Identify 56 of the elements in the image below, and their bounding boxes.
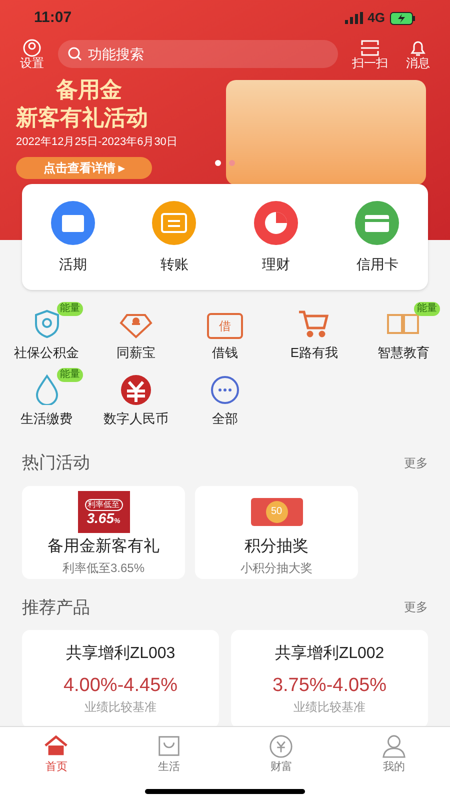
settings-label[interactable]: 设置 <box>20 57 44 69</box>
signal-icon <box>344 12 363 24</box>
more-link[interactable]: 更多 <box>404 454 428 472</box>
service-label[interactable]: 同薪宝 <box>116 342 156 362</box>
quick-action-label[interactable]: 理财 <box>262 254 290 274</box>
banner-subtitle: 新客有礼活动 <box>16 104 149 132</box>
coin-value: 50 <box>266 500 288 522</box>
search-icon <box>68 47 82 61</box>
user-icon[interactable] <box>22 39 42 57</box>
person-icon <box>380 733 408 759</box>
coin-icon <box>267 733 296 759</box>
section-title: 热门活动 <box>22 452 90 474</box>
energy-badge: 能量 <box>414 302 440 316</box>
yuan-icon <box>118 372 153 404</box>
tab-item[interactable]: 生活 <box>112 733 225 776</box>
messages-label[interactable]: 消息 <box>406 57 430 69</box>
product-rate: 3.75%-4.05% <box>272 674 387 698</box>
bell-icon[interactable] <box>409 39 427 57</box>
service-label[interactable]: 全部 <box>212 408 238 428</box>
activity-title: 积分抽奖 <box>244 536 308 556</box>
product-rate: 4.00%-4.45% <box>63 674 178 698</box>
document-icon: 借 <box>206 312 243 338</box>
quick-action-label[interactable]: 活期 <box>58 254 87 274</box>
service-label[interactable]: 生活缴费 <box>20 408 73 428</box>
service-label[interactable]: 数字人民币 <box>103 408 168 428</box>
tab-item[interactable]: 首页 <box>0 733 112 776</box>
section-title: 推荐产品 <box>22 596 90 618</box>
product-card[interactable]: 共享增利ZL003 4.00%-4.45% 业绩比较基准 <box>22 630 219 728</box>
quick-action-label[interactable]: 信用卡 <box>356 254 398 274</box>
service-label[interactable]: 智慧教育 <box>377 342 430 362</box>
activity-title: 备用金新客有礼 <box>48 536 160 556</box>
scan-icon[interactable] <box>360 39 380 57</box>
tab-item[interactable]: 我的 <box>338 733 450 776</box>
battery-icon <box>390 12 416 24</box>
service-label[interactable]: E路有我 <box>290 342 338 362</box>
energy-badge: 能量 <box>57 302 84 316</box>
product-card[interactable]: 共享增利ZL002 3.75%-4.05% 业绩比较基准 <box>231 630 428 728</box>
network-label: 4G <box>368 9 385 28</box>
more-link[interactable]: 更多 <box>404 598 428 616</box>
energy-badge: 能量 <box>57 368 84 382</box>
scan-label[interactable]: 扫一扫 <box>352 57 388 69</box>
service-label[interactable]: 借钱 <box>212 342 238 362</box>
product-name: 共享增利ZL002 <box>274 644 384 664</box>
rate-tag: 利率低至 <box>84 498 122 510</box>
activity-card[interactable]: 50 积分抽奖 小积分抽大奖 <box>195 486 358 578</box>
banner-dates: 2022年12月25日-2023年6月30日 <box>16 135 178 150</box>
product-name: 共享增利ZL003 <box>66 644 176 664</box>
activity-subtitle: 小积分抽大奖 <box>240 560 312 576</box>
tab-item[interactable]: 财富 <box>225 733 338 776</box>
banner-title: 备用金 <box>54 76 123 104</box>
activity-subtitle: 利率低至3.65% <box>62 560 145 576</box>
product-note: 业绩比较基准 <box>84 698 156 716</box>
service-label[interactable]: 社保公积金 <box>14 342 80 362</box>
product-note: 业绩比较基准 <box>294 698 366 716</box>
status-time: 11:07 <box>34 8 72 28</box>
quick-action-label[interactable]: 转账 <box>160 254 188 274</box>
